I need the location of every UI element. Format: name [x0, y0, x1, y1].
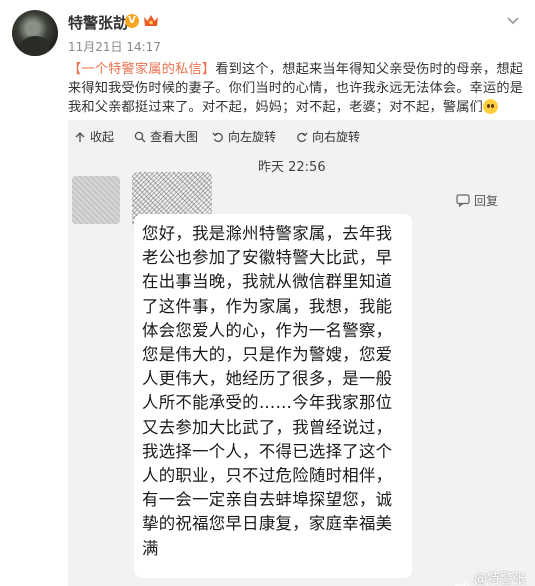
sender-avatar-blurred: [72, 176, 120, 224]
post-text-line-last: 我和父亲都挺过来了。对不起，妈妈；对不起，老婆；对不起，警属们: [68, 98, 524, 117]
zoom-icon: [134, 131, 146, 142]
post-text-line: 来得知我受伤时候的妻子。你们当时的心情，也许我永远无法体会。幸运的是: [68, 81, 524, 96]
post-header: 特警张劼 V 11月21日 14:17: [0, 0, 535, 62]
view-large-button[interactable]: 查看大图: [134, 128, 198, 145]
chat-timestamp: 昨天 22:56: [258, 160, 326, 175]
rotate-right-button[interactable]: 向右旋转: [296, 128, 360, 145]
collapse-button[interactable]: 收起: [74, 128, 114, 145]
user-avatar[interactable]: [12, 10, 58, 56]
post-timestamp[interactable]: 11月21日 14:17: [68, 38, 161, 55]
username[interactable]: 特警张劼: [68, 12, 128, 33]
rotate-right-icon: [297, 132, 308, 142]
reply-button[interactable]: 回复: [456, 192, 498, 209]
vip-crown-icon: [144, 15, 158, 26]
post-text-line: 【一个特警家属的私信】看到这个，想起来当年得知父亲受伤时的母亲，想起: [68, 60, 524, 79]
view-large-label: 查看大图: [150, 130, 199, 144]
comment-icon: [456, 194, 470, 207]
photo-toolbar: 收起 查看大图 向左旋转 向右旋转: [68, 120, 535, 150]
weibo-logo-icon: [454, 581, 469, 586]
watermark-text: @特警张劼: [473, 572, 526, 586]
chevron-down-icon[interactable]: [505, 12, 521, 28]
sad-face-emoji-icon: [483, 99, 499, 114]
verified-badge-icon: V: [125, 14, 139, 28]
post-text: 【一个特警家属的私信】看到这个，想起来当年得知父亲受伤时的母亲，想起 来得知我受…: [68, 60, 524, 117]
weibo-watermark: @特警张劼: [453, 568, 535, 586]
photo-viewer[interactable]: 收起 查看大图 向左旋转 向右旋转 昨天 22:56 回复 您好，我是滁州特警家…: [68, 120, 535, 586]
post-text-line: 我和父亲都挺过来了。对不起，妈妈；对不起，老婆；对不起，警属们: [68, 100, 484, 115]
message-bubble: 您好，我是滁州特警家属，去年我老公也参加了安徽特警大比武，早在出事当晚，我就从微…: [134, 214, 412, 578]
topic-tag-link[interactable]: 【一个特警家属的私信】: [68, 62, 215, 77]
rotate-right-label: 向右旋转: [312, 130, 361, 144]
message-text: 您好，我是滁州特警家属，去年我老公也参加了安徽特警大比武，早在出事当晚，我就从微…: [142, 224, 393, 558]
rotate-left-label: 向左旋转: [228, 130, 277, 144]
reply-label: 回复: [474, 194, 499, 208]
rotate-left-icon: [212, 132, 223, 142]
collapse-label: 收起: [90, 130, 115, 144]
rotate-left-button[interactable]: 向左旋转: [212, 128, 276, 145]
arrow-up-icon: [75, 131, 85, 142]
post-text-rest: 看到这个，想起来当年得知父亲受伤时的母亲，想起: [215, 62, 524, 77]
